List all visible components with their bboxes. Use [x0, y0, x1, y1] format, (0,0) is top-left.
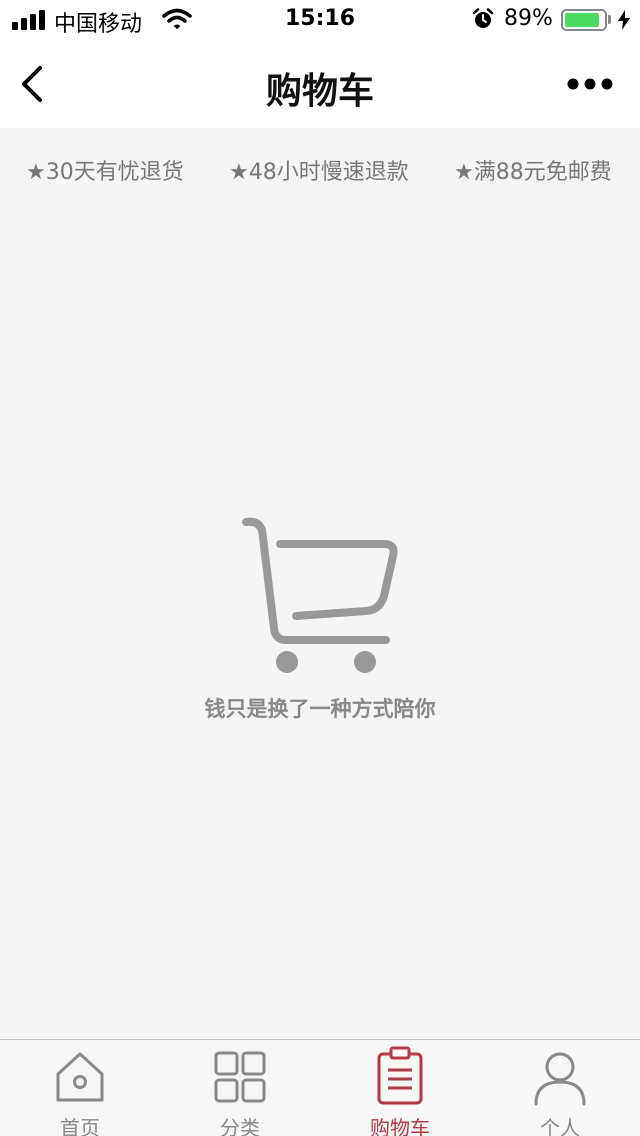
- battery-level-fill: [565, 13, 599, 27]
- status-bar: 中国移动 15:16 89%: [0, 0, 640, 40]
- promise-free-shipping: ★满88元免邮费: [454, 160, 612, 185]
- promise-returns: ★30天有忧退货: [26, 160, 184, 185]
- person-icon: [534, 1052, 586, 1106]
- tab-home[interactable]: 首页: [0, 1040, 160, 1136]
- charging-bolt-icon: [618, 10, 630, 30]
- tab-profile[interactable]: 个人: [480, 1040, 640, 1136]
- service-promises: ★30天有忧退货 ★48小时慢速退款 ★满88元免邮费: [0, 128, 640, 208]
- battery-nub: [608, 15, 611, 24]
- promise-refund: ★48小时慢速退款: [229, 160, 409, 185]
- tab-profile-label: 个人: [540, 1116, 580, 1136]
- alarm-clock-icon: [472, 8, 494, 28]
- more-dots-icon: [567, 78, 613, 90]
- page-title: 购物车: [265, 71, 374, 112]
- tab-category-label: 分类: [220, 1116, 260, 1136]
- tab-home-label: 首页: [60, 1116, 100, 1136]
- empty-cart-message: 钱只是换了一种方式陪你: [204, 697, 436, 721]
- battery-percentage: 89%: [504, 6, 553, 31]
- tab-cart[interactable]: 购物车: [320, 1040, 480, 1136]
- home-icon: [56, 1052, 104, 1102]
- tab-bar: 首页 分类 购物车 个人: [0, 1039, 640, 1136]
- tab-category[interactable]: 分类: [160, 1040, 320, 1136]
- shopping-cart-icon: [242, 517, 398, 673]
- more-button[interactable]: [560, 70, 620, 98]
- cart-clipboard-icon: [377, 1046, 423, 1105]
- tab-cart-label: 购物车: [370, 1116, 430, 1136]
- category-grid-icon: [214, 1051, 266, 1103]
- nav-bar: 购物车: [0, 40, 640, 128]
- battery-icon: [561, 9, 607, 31]
